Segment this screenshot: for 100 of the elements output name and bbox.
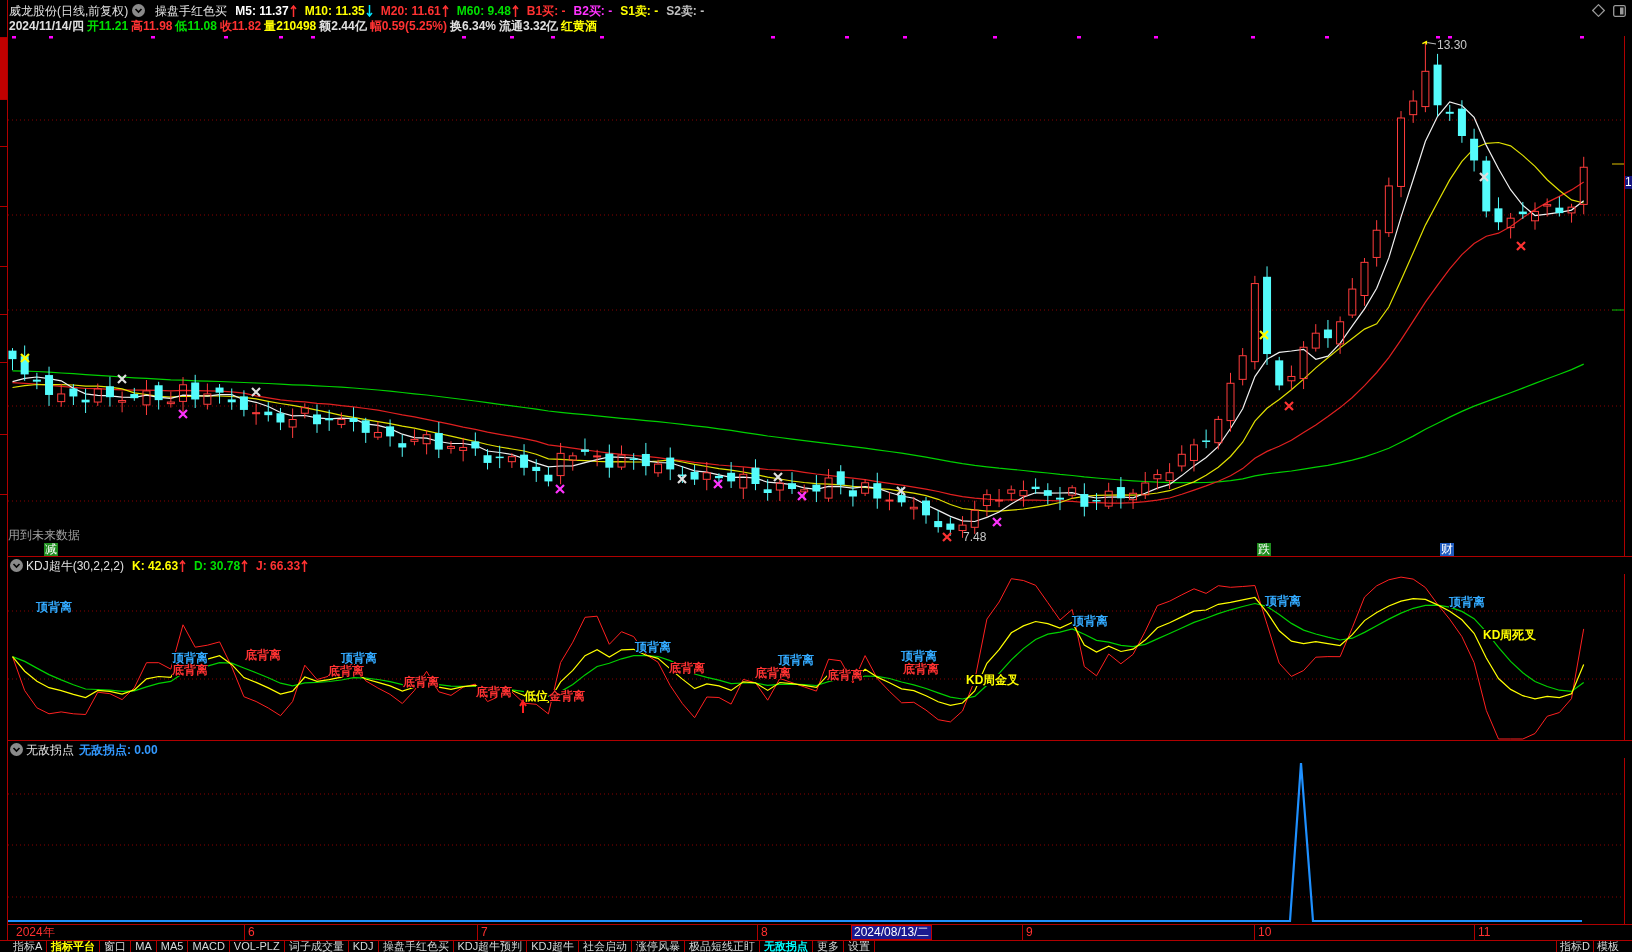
square-marker-icon — [1325, 36, 1329, 39]
divergence-label: 底背离 — [903, 663, 939, 675]
panel-title: 无敌拐点 — [26, 742, 74, 757]
divergence-label: 顶背离 — [1449, 596, 1485, 608]
divergence-label: 金背离 — [549, 690, 585, 702]
indicator-tab[interactable]: MA5 — [156, 941, 189, 952]
cross-marker-icon — [19, 352, 31, 364]
cross-marker-icon — [250, 386, 262, 398]
divergence-label: KD周金叉 — [966, 674, 1020, 686]
divergence-label: 顶背离 — [172, 652, 208, 664]
date-label: 2024年 — [15, 925, 55, 940]
indicator-tab[interactable]: KDJ — [348, 941, 379, 952]
future-data-note: 用到未来数据 — [8, 529, 80, 541]
indicator-tab[interactable]: 操盘手红色买 — [378, 941, 454, 952]
quote-value: 流通3.32亿 — [499, 18, 559, 33]
indicator-tab[interactable]: MACD — [188, 941, 230, 952]
square-marker-icon — [462, 36, 466, 39]
divergence-label: 顶背离 — [1072, 615, 1108, 627]
square-marker-icon — [1251, 36, 1255, 39]
square-marker-icon — [1436, 36, 1440, 39]
up-arrow-icon — [289, 4, 297, 17]
date-label: 10 — [1254, 925, 1272, 940]
date-cursor-label: 2024/08/13/二 — [851, 925, 933, 940]
square-marker-icon — [224, 36, 228, 39]
square-marker-icon — [903, 36, 907, 39]
cross-marker-icon — [1515, 240, 1527, 252]
moving-average-value: M60: 9.48 — [456, 3, 511, 18]
cross-marker-icon — [796, 490, 808, 502]
divergence-label: 底背离 — [172, 664, 208, 676]
date-label: 8 — [757, 925, 768, 940]
indicator-value: J: 66.33 — [256, 558, 301, 573]
indicator-tab[interactable]: 词子成交量 — [284, 941, 349, 952]
up-arrow-icon — [179, 559, 187, 572]
price-high-label: 13.30 — [1437, 39, 1468, 51]
down-arrow-icon — [365, 4, 373, 17]
cross-marker-icon — [116, 373, 128, 385]
indicator-name: 操盘手红色买 — [155, 3, 228, 18]
indicator-tab[interactable]: 社会启动 — [579, 941, 633, 952]
indicator-tab[interactable]: 更多 — [813, 941, 845, 952]
price-tick-mark — [1611, 309, 1624, 311]
cross-marker-icon — [895, 485, 907, 497]
signal-value: B1买: - — [526, 3, 566, 18]
quote-value: 2024/11/14/四 — [9, 18, 84, 33]
up-arrow-icon — [511, 4, 519, 17]
divergence-label: 低位 — [524, 690, 548, 702]
chevron-down-icon[interactable] — [10, 743, 23, 756]
divergence-label: 底背离 — [476, 686, 512, 698]
date-label: 11 — [1474, 925, 1491, 940]
quote-value: 额2.44亿 — [319, 18, 367, 33]
signal-label: 减 — [44, 543, 58, 556]
indicator-tab[interactable]: VOL-PLZ — [229, 941, 285, 952]
square-marker-icon — [49, 36, 53, 39]
indicator-value: K: 42.63 — [132, 558, 179, 573]
divergence-label: KD周死叉 — [1483, 629, 1537, 641]
chevron-down-icon[interactable] — [10, 559, 23, 572]
indicator-tab[interactable]: 涨停风暴 — [632, 941, 686, 952]
cross-marker-icon — [941, 531, 953, 543]
cross-marker-icon — [1478, 171, 1490, 183]
divergence-label: 顶背离 — [901, 650, 937, 662]
indicator-value: 无敌拐点: 0.00 — [79, 742, 158, 757]
price-tag: 1 — [1625, 176, 1632, 189]
indicator-tab[interactable]: KDJ超牛 — [527, 941, 580, 952]
indicator-tab[interactable]: KDJ超牛预判 — [453, 941, 528, 952]
square-marker-icon — [845, 36, 849, 39]
square-marker-icon — [311, 36, 315, 39]
indicator-tab[interactable]: MA — [131, 941, 157, 952]
date-label: 6 — [244, 925, 255, 940]
square-marker-icon — [600, 36, 604, 39]
moving-average-value: M10: 11.35 — [304, 3, 365, 18]
quote-value: 幅0.59(5.25%) — [369, 18, 447, 33]
indicator-tab[interactable]: 指标A — [9, 941, 48, 952]
chevron-down-icon[interactable] — [132, 4, 146, 17]
divergence-label: 顶背离 — [635, 641, 671, 653]
cross-marker-icon — [177, 408, 189, 420]
square-marker-icon — [151, 36, 155, 39]
indicator-tab[interactable]: 设置 — [844, 941, 876, 952]
cross-marker-icon — [554, 483, 566, 495]
signal-label: 跌 — [1257, 543, 1271, 556]
divergence-label: 底背离 — [328, 665, 364, 677]
indicator-tab[interactable]: 极品短线正盯 — [685, 941, 761, 952]
up-arrow-icon — [441, 4, 449, 17]
price-tick-mark — [1611, 163, 1624, 165]
template-tab[interactable]: 模板 — [1593, 941, 1622, 952]
diamond-icon[interactable] — [1592, 4, 1605, 17]
panel-title: KDJ超牛(30,2,2,2) — [26, 558, 125, 573]
divergence-label: 顶背离 — [778, 654, 814, 666]
cross-marker-icon — [1258, 329, 1270, 341]
quote-value: 开11.21 — [86, 18, 129, 33]
indicator-tab[interactable]: 指标平台 — [47, 941, 101, 952]
indicator-value: D: 30.78 — [194, 558, 241, 573]
square-marker-icon — [1448, 36, 1452, 39]
indicator-tab[interactable]: 无敌拐点 — [760, 941, 814, 952]
divergence-label: 底背离 — [827, 669, 863, 681]
template-tab[interactable]: 指标D — [1556, 941, 1593, 952]
indicator-tab[interactable]: 窗口 — [100, 941, 132, 952]
quote-value: 量210498 — [264, 18, 317, 33]
quote-value: 低11.08 — [175, 18, 217, 33]
square-marker-icon — [510, 36, 514, 39]
moving-average-value: M5: 11.37 — [235, 3, 289, 18]
panel-icon[interactable] — [1613, 4, 1626, 17]
